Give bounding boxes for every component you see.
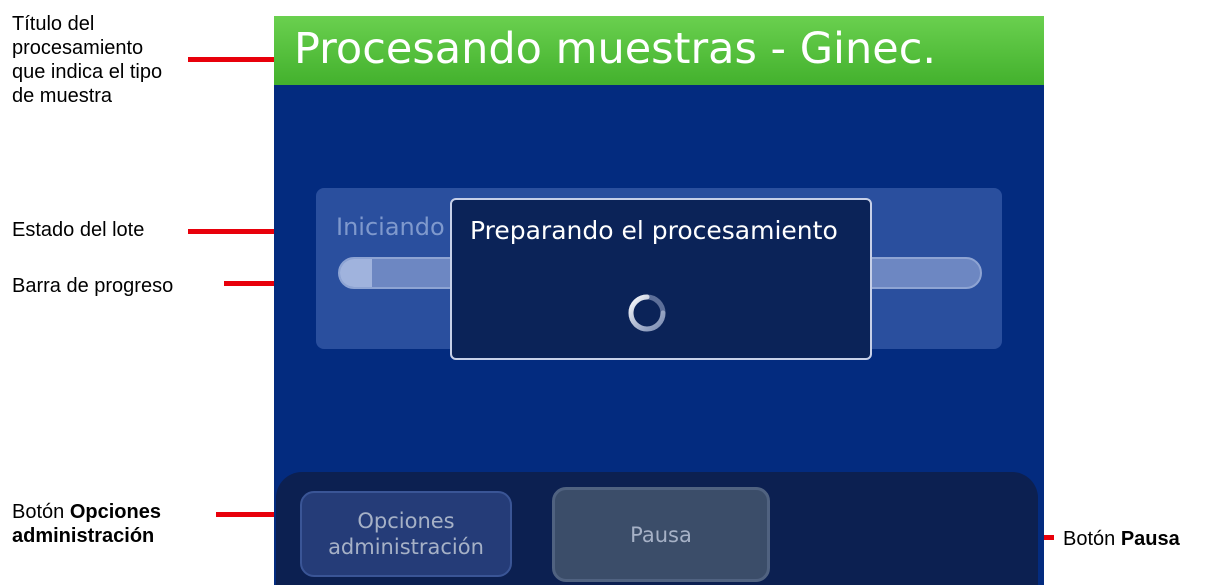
batch-status-text: Iniciando bbox=[336, 213, 445, 241]
callout-admin-prefix: Botón bbox=[12, 501, 65, 523]
admin-options-button[interactable]: Opciones administración bbox=[300, 491, 512, 577]
dialog-message: Preparando el procesamiento bbox=[470, 216, 838, 245]
callout-admin-button: Botón Opciones administración bbox=[12, 500, 161, 548]
callout-pause-button: Botón Pausa bbox=[1063, 527, 1180, 551]
callout-title-line: Título del bbox=[12, 13, 95, 35]
callout-title: Título del procesamiento que indica el t… bbox=[12, 12, 162, 108]
processing-dialog: Preparando el procesamiento bbox=[450, 198, 872, 360]
callout-title-line: que indica el tipo bbox=[12, 61, 163, 83]
progress-bar-fill bbox=[340, 259, 372, 287]
callout-title-line: de muestra bbox=[12, 85, 113, 107]
pause-button[interactable]: Pausa bbox=[552, 487, 770, 582]
title-bar: Procesando muestras - Ginec. bbox=[274, 16, 1044, 85]
callout-batch-status: Estado del lote bbox=[12, 219, 145, 241]
callout-title-line: procesamiento bbox=[12, 37, 144, 59]
callout-admin-bold: Opciones bbox=[69, 501, 161, 523]
page-title: Procesando muestras - Ginec. bbox=[294, 24, 937, 74]
annotated-screenshot: Título del procesamiento que indica el t… bbox=[0, 0, 1215, 585]
callout-pause-bold: Pausa bbox=[1120, 528, 1180, 550]
pause-button-label: Pausa bbox=[630, 522, 692, 547]
loading-spinner-icon bbox=[628, 294, 666, 332]
admin-options-label: administración bbox=[328, 535, 484, 559]
admin-options-label: Opciones bbox=[357, 509, 455, 533]
callout-title-leader bbox=[188, 57, 288, 62]
callout-pause-prefix: Botón bbox=[1063, 528, 1116, 550]
footer-bar: Opciones administración Pausa bbox=[276, 472, 1038, 585]
callout-progress-bar: Barra de progreso bbox=[12, 275, 174, 297]
callout-admin-bold: administración bbox=[12, 525, 155, 547]
device-screen: Procesando muestras - Ginec. Iniciando P… bbox=[274, 16, 1044, 585]
